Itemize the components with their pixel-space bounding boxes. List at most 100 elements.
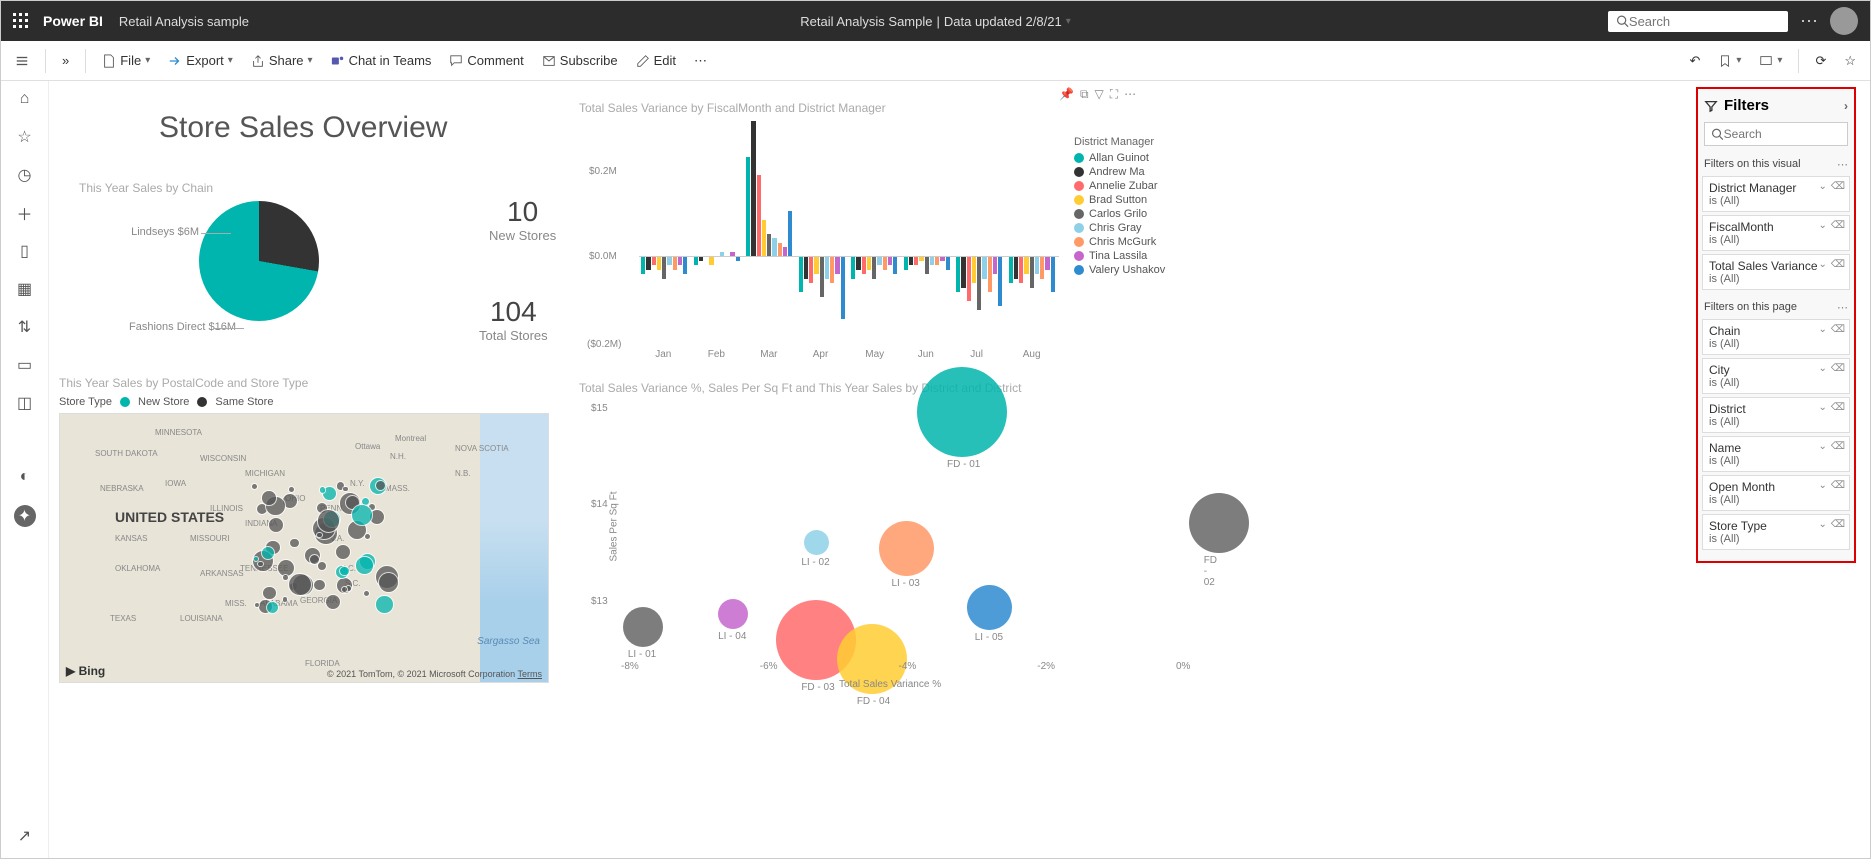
filters-search[interactable] <box>1704 122 1848 146</box>
bar[interactable] <box>662 256 666 279</box>
more-cmds[interactable]: ⋯ <box>688 49 713 73</box>
bookmark-icon[interactable]: ▾ <box>1712 50 1747 72</box>
map-bubble[interactable] <box>317 509 340 532</box>
map-bubble[interactable] <box>253 556 259 562</box>
map-bubble[interactable] <box>319 486 326 493</box>
scatter-chart[interactable]: Total Sales Variance %, Sales Per Sq Ft … <box>579 381 1199 691</box>
more-button[interactable]: ⋯ <box>1800 11 1818 32</box>
chevron-down-icon[interactable]: ⌄ <box>1818 259 1826 270</box>
scatter-point[interactable] <box>917 367 1007 457</box>
export-menu[interactable]: Export▾ <box>162 49 239 72</box>
avatar[interactable] <box>1830 7 1858 35</box>
learn-icon[interactable]: ▭ <box>15 355 35 375</box>
map-bubble[interactable] <box>335 544 351 560</box>
chat-teams-button[interactable]: Chat in Teams <box>325 49 438 72</box>
subscribe-button[interactable]: Subscribe <box>536 49 624 72</box>
map-bubble[interactable] <box>316 532 323 539</box>
header-center[interactable]: Retail Analysis Sample | Data updated 2/… <box>800 14 1070 29</box>
bar[interactable] <box>678 256 682 265</box>
bar[interactable] <box>778 243 782 257</box>
refresh-icon[interactable]: ⟳ <box>1809 49 1832 73</box>
bar-chart[interactable]: Total Sales Variance by FiscalMonth and … <box>579 101 1199 371</box>
bar[interactable] <box>641 256 645 274</box>
map-bubble[interactable] <box>351 504 373 526</box>
bar[interactable] <box>1024 256 1028 274</box>
bar[interactable] <box>1019 256 1023 283</box>
kpi-new-stores[interactable]: 10 New Stores <box>489 196 556 243</box>
bar[interactable] <box>799 256 803 292</box>
filter-card[interactable]: Nameis (All)⌄⌫ <box>1702 436 1850 472</box>
bar[interactable] <box>746 157 750 256</box>
bar[interactable] <box>814 256 818 274</box>
expand-icon[interactable]: ↗ <box>15 826 35 846</box>
bar[interactable] <box>893 256 897 274</box>
clear-icon[interactable]: ⌫ <box>1831 220 1845 231</box>
pin-icon[interactable]: 📌 <box>1059 87 1074 102</box>
filter-card[interactable]: Total Sales Varianceis (All)⌄⌫ <box>1702 254 1850 290</box>
filter-card[interactable]: District Manageris (All)⌄⌫ <box>1702 176 1850 212</box>
chevron-down-icon[interactable]: ⌄ <box>1818 441 1826 452</box>
clear-icon[interactable]: ⌫ <box>1831 324 1845 335</box>
search-input[interactable] <box>1629 14 1780 29</box>
star-icon[interactable]: ☆ <box>1838 49 1862 73</box>
view-icon[interactable]: ▾ <box>1753 50 1788 72</box>
chevron-down-icon[interactable]: ⌄ <box>1818 402 1826 413</box>
bar[interactable] <box>646 256 650 270</box>
focus-icon[interactable]: ⛶ <box>1110 87 1118 102</box>
chevron-down-icon[interactable]: ⌄ <box>1818 519 1826 530</box>
home-icon[interactable]: ⌂ <box>15 89 35 109</box>
filter-card[interactable]: Open Monthis (All)⌄⌫ <box>1702 475 1850 511</box>
global-search[interactable] <box>1608 11 1788 32</box>
bar[interactable] <box>1030 256 1034 288</box>
bar[interactable] <box>956 256 960 292</box>
shared-icon[interactable]: ⇅ <box>15 317 35 337</box>
bar[interactable] <box>652 256 656 265</box>
bar[interactable] <box>972 256 976 283</box>
legend-item[interactable]: Valery Ushakov <box>1074 264 1165 276</box>
share-menu[interactable]: Share▾ <box>245 49 319 72</box>
bar[interactable] <box>820 256 824 297</box>
scatter-point[interactable] <box>718 599 748 629</box>
map-visual[interactable]: UNITED STATES Sargasso Sea ▶ Bing © 2021… <box>59 413 549 683</box>
bar[interactable] <box>772 238 776 256</box>
bar[interactable] <box>683 256 687 274</box>
map-bubble[interactable] <box>364 533 371 540</box>
legend-item[interactable]: Carlos Grilo <box>1074 208 1165 220</box>
kpi-total-stores[interactable]: 104 Total Stores <box>479 296 548 343</box>
report-name[interactable]: Retail Analysis sample <box>119 14 249 29</box>
app-launcher-icon[interactable] <box>13 13 29 29</box>
legend-item[interactable]: Chris Gray <box>1074 222 1165 234</box>
bar[interactable] <box>867 256 871 270</box>
map-bubble[interactable] <box>342 486 348 492</box>
bar[interactable] <box>930 256 934 265</box>
comment-button[interactable]: Comment <box>443 49 529 72</box>
bar[interactable] <box>982 256 986 279</box>
chevron-down-icon[interactable]: ⌄ <box>1818 220 1826 231</box>
workspaces-icon[interactable]: ◫ <box>15 393 35 413</box>
clear-icon[interactable]: ⌫ <box>1831 480 1845 491</box>
bar[interactable] <box>935 256 939 265</box>
clear-icon[interactable]: ⌫ <box>1831 363 1845 374</box>
filter-card[interactable]: Store Typeis (All)⌄⌫ <box>1702 514 1850 550</box>
bar[interactable] <box>762 220 766 256</box>
chevron-down-icon[interactable]: ⌄ <box>1818 181 1826 192</box>
reset-icon[interactable]: ↶ <box>1683 49 1706 73</box>
clear-icon[interactable]: ⌫ <box>1831 441 1845 452</box>
chevron-down-icon[interactable]: ▾ <box>1066 16 1071 27</box>
bar[interactable] <box>988 256 992 292</box>
bar[interactable] <box>946 256 950 270</box>
chevron-right-icon[interactable]: › <box>1844 99 1848 113</box>
favorites-icon[interactable]: ☆ <box>15 127 35 147</box>
file-menu[interactable]: File▾ <box>96 49 156 72</box>
deployment-icon[interactable]: ✦ <box>14 505 36 527</box>
bar[interactable] <box>877 256 881 265</box>
bar[interactable] <box>1045 256 1049 270</box>
pie-chart[interactable] <box>199 201 319 321</box>
copy-icon[interactable]: ⧉ <box>1080 87 1089 102</box>
filters-search-input[interactable] <box>1724 127 1841 141</box>
filter-card[interactable]: FiscalMonthis (All)⌄⌫ <box>1702 215 1850 251</box>
bar[interactable] <box>830 256 834 283</box>
bar[interactable] <box>993 256 997 274</box>
bar[interactable] <box>998 256 1002 306</box>
bar[interactable] <box>909 256 913 265</box>
